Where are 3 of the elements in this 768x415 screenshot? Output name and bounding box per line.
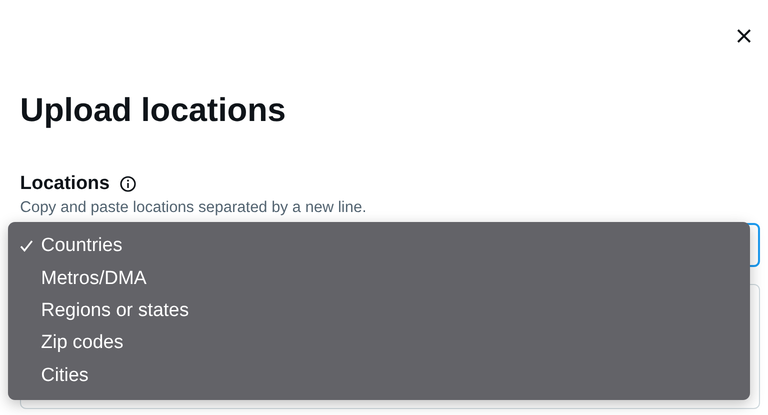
dialog-title: Upload locations [20,90,286,130]
field-label: Locations [20,172,110,196]
field-hint: Copy and paste locations separated by a new line. [20,198,366,218]
